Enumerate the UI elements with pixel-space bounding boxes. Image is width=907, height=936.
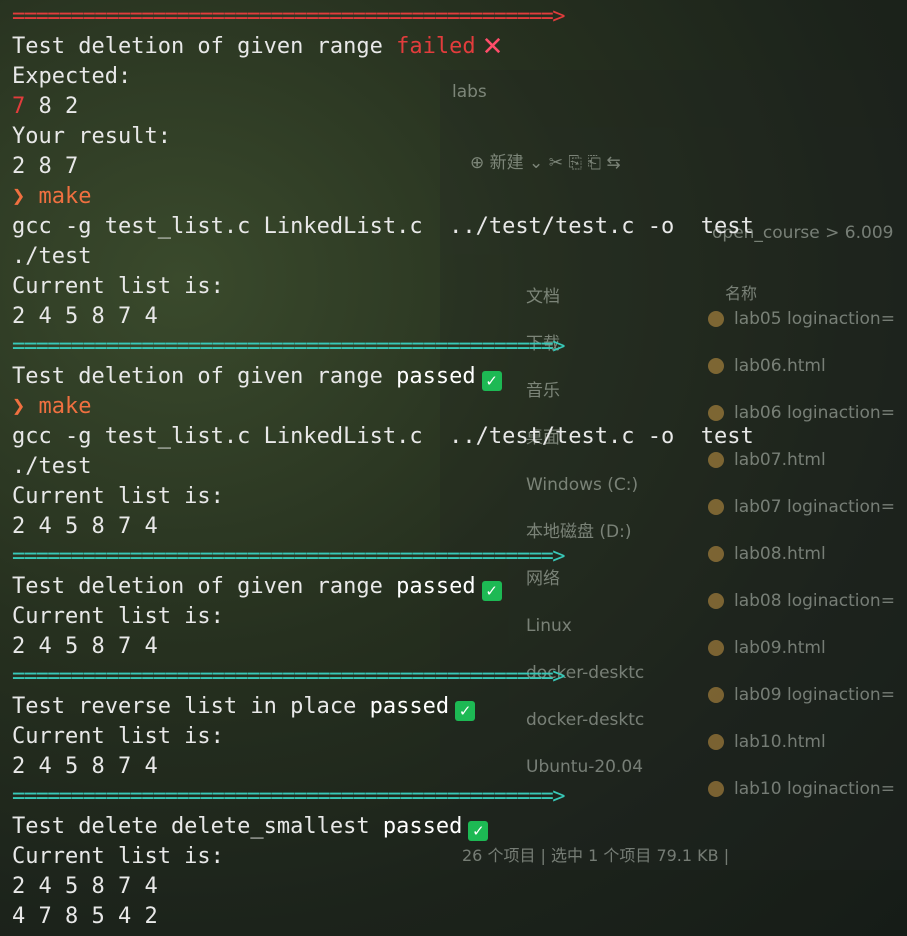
compile-command: gcc -g test_list.c LinkedList.c ../test/… [12,214,754,239]
expected-rest-values: 8 2 [25,94,79,119]
test-result-line: Test reverse list in place passed ✓ [12,692,907,722]
expected-label: Expected: [12,64,132,89]
status-passed: passed [396,574,476,599]
status-passed: passed [396,364,476,389]
separator: ========================================… [12,334,566,359]
list-values: 2 4 5 8 7 4 [12,874,158,899]
status-passed: passed [382,814,463,839]
list-label: Current list is: [12,844,224,869]
separator: ========================================… [12,4,566,29]
expected-values: 7 8 2 [12,92,907,122]
test-result-line: Test deletion of given range failed ✕ [12,32,907,62]
list-values: 2 4 5 8 7 4 [12,634,158,659]
status-failed: failed [396,34,476,59]
test-result-line: Test delete delete_smallest passed ✓ [12,812,907,842]
list-label: Current list is: [12,484,224,509]
test-result-line: Test deletion of given range passed ✓ [12,572,907,602]
test-result-line: Test deletion of given range passed ✓ [12,362,907,392]
list-label: Current list is: [12,274,224,299]
checkmark-icon: ✓ [481,371,502,391]
test-label: Test deletion of given range [12,364,383,389]
list-values: 2 4 5 8 7 4 [12,304,158,329]
status-passed: passed [369,694,450,719]
separator: ========================================… [12,784,566,809]
expected-first-value: 7 [12,94,26,119]
test-label: Test deletion of given range [12,34,383,59]
list-label: Current list is: [12,604,224,629]
separator: ========================================… [12,664,566,689]
test-label: Test reverse list in place [12,694,357,719]
list-label: Current list is: [12,724,224,749]
run-command: ./test [12,244,92,269]
result-label: Your result: [12,124,171,149]
checkmark-icon: ✓ [481,581,502,601]
test-label: Test deletion of given range [12,574,383,599]
cross-icon: ✕ [481,32,504,62]
compile-command: gcc -g test_list.c LinkedList.c ../test/… [12,424,754,449]
terminal-output[interactable]: ========================================… [12,2,907,932]
shell-prompt: ❯ make [12,394,92,419]
test-label: Test delete delete_smallest [12,814,370,839]
list-values: 2 4 5 8 7 4 [12,514,158,539]
run-command: ./test [12,454,92,479]
result-values: 2 8 7 [12,154,79,179]
checkmark-icon: ✓ [468,821,489,841]
checkmark-icon: ✓ [455,701,476,721]
shell-prompt: ❯ make [12,184,92,209]
reversed-list-values: 4 7 8 5 4 2 [12,904,158,929]
separator: ========================================… [12,544,566,569]
list-values: 2 4 5 8 7 4 [12,754,158,779]
